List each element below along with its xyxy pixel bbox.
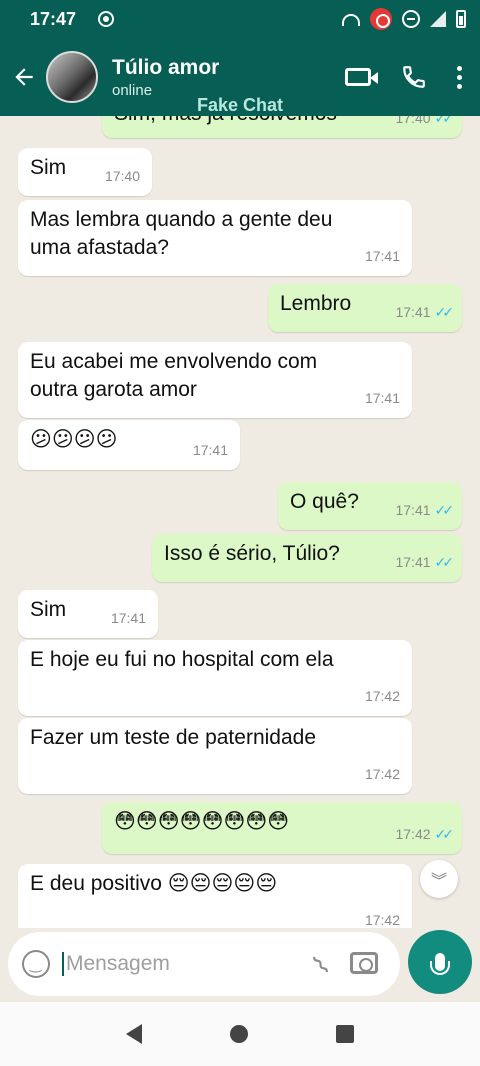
message-time: 17:42 bbox=[364, 912, 400, 928]
message-bubble[interactable]: Sim 17:40 bbox=[18, 148, 152, 196]
message-input[interactable]: Mensagem bbox=[62, 952, 282, 976]
message-bubble[interactable]: E hoje eu fui no hospital com ela 17:42 bbox=[18, 640, 412, 716]
mic-button[interactable] bbox=[408, 930, 472, 994]
message-time: 17:42 bbox=[364, 766, 400, 782]
message-time: 17:41 bbox=[364, 248, 400, 264]
message-list[interactable]: Sim, mas já resolvemos 17:40✓✓ Sim 17:40… bbox=[0, 116, 480, 928]
message-bubble[interactable]: Sim, mas já resolvemos 17:40✓✓ bbox=[102, 116, 462, 138]
status-bar: 17:47 bbox=[0, 0, 480, 38]
message-bubble[interactable]: Fazer um teste de paternidade 17:42 bbox=[18, 718, 412, 794]
message-input-box[interactable]: Mensagem ⌇ bbox=[8, 932, 400, 996]
message-time: 17:40 bbox=[395, 116, 431, 126]
recording-icon bbox=[370, 8, 392, 30]
message-bubble[interactable]: O quê? 17:41 ✓✓ bbox=[278, 482, 462, 530]
microphone-icon bbox=[430, 953, 450, 975]
phone-icon[interactable] bbox=[401, 64, 427, 90]
message-time: 17:42 bbox=[395, 826, 431, 842]
arrow-left-icon bbox=[15, 68, 33, 86]
video-call-icon[interactable] bbox=[345, 68, 378, 86]
location-icon bbox=[98, 11, 115, 27]
back-button[interactable] bbox=[2, 55, 46, 99]
read-ticks-icon: ✓✓ bbox=[434, 116, 455, 126]
do-not-disturb-icon bbox=[402, 10, 420, 28]
message-bubble[interactable]: Isso é sério, Túlio? 17:41 ✓✓ bbox=[152, 534, 462, 582]
message-time: 17:42 bbox=[364, 688, 400, 704]
message-time: 17:40 bbox=[104, 168, 140, 184]
message-bubble[interactable]: Sim 17:41 bbox=[18, 590, 158, 638]
headset-icon bbox=[342, 14, 360, 26]
read-ticks-icon: ✓✓ bbox=[434, 502, 455, 518]
battery-icon bbox=[456, 10, 466, 28]
contact-info[interactable]: Túlio amor online bbox=[112, 56, 219, 99]
scroll-down-button[interactable]: ︾ bbox=[420, 860, 458, 898]
emoji-icon[interactable] bbox=[22, 950, 50, 978]
camera-icon[interactable] bbox=[350, 952, 378, 974]
more-vertical-icon[interactable] bbox=[457, 65, 462, 89]
message-bubble[interactable]: Eu acabei me envolvendo com outra garota… bbox=[18, 342, 412, 418]
nav-home-icon[interactable] bbox=[230, 1025, 248, 1043]
header-actions bbox=[345, 64, 462, 90]
chevron-double-down-icon: ︾ bbox=[430, 873, 447, 890]
message-bubble[interactable]: E deu positivo 😔😔😔😔😔 17:42 bbox=[18, 864, 412, 928]
nav-back-icon[interactable] bbox=[126, 1024, 142, 1044]
message-time: 17:41 bbox=[395, 502, 431, 518]
message-time: 17:41 bbox=[192, 442, 228, 458]
composer: Mensagem ⌇ bbox=[0, 928, 480, 1002]
system-nav-bar bbox=[0, 1002, 480, 1066]
message-bubble[interactable]: Lembro 17:41 ✓✓ bbox=[268, 284, 462, 332]
message-bubble[interactable]: Mas lembra quando a gente deu uma afasta… bbox=[18, 200, 412, 276]
message-bubble[interactable]: 😳😳😳😳😳😳😳😳 17:42 ✓✓ bbox=[102, 802, 462, 854]
message-time: 17:41 bbox=[364, 390, 400, 406]
paperclip-icon[interactable]: ⌇ bbox=[307, 950, 337, 982]
message-time: 17:41 bbox=[110, 610, 146, 626]
message-time: 17:41 bbox=[395, 304, 431, 320]
status-icons bbox=[342, 8, 466, 30]
signal-icon bbox=[430, 11, 446, 27]
message-bubble[interactable]: 😕😕😕😕 17:41 bbox=[18, 420, 240, 470]
nav-recents-icon[interactable] bbox=[336, 1025, 354, 1043]
read-ticks-icon: ✓✓ bbox=[434, 826, 455, 842]
read-ticks-icon: ✓✓ bbox=[434, 304, 455, 320]
read-ticks-icon: ✓✓ bbox=[434, 554, 455, 570]
watermark: Fake Chat bbox=[196, 95, 284, 115]
status-time: 17:47 bbox=[30, 8, 77, 29]
contact-name: Túlio amor bbox=[112, 55, 220, 79]
message-time: 17:41 bbox=[395, 554, 431, 570]
